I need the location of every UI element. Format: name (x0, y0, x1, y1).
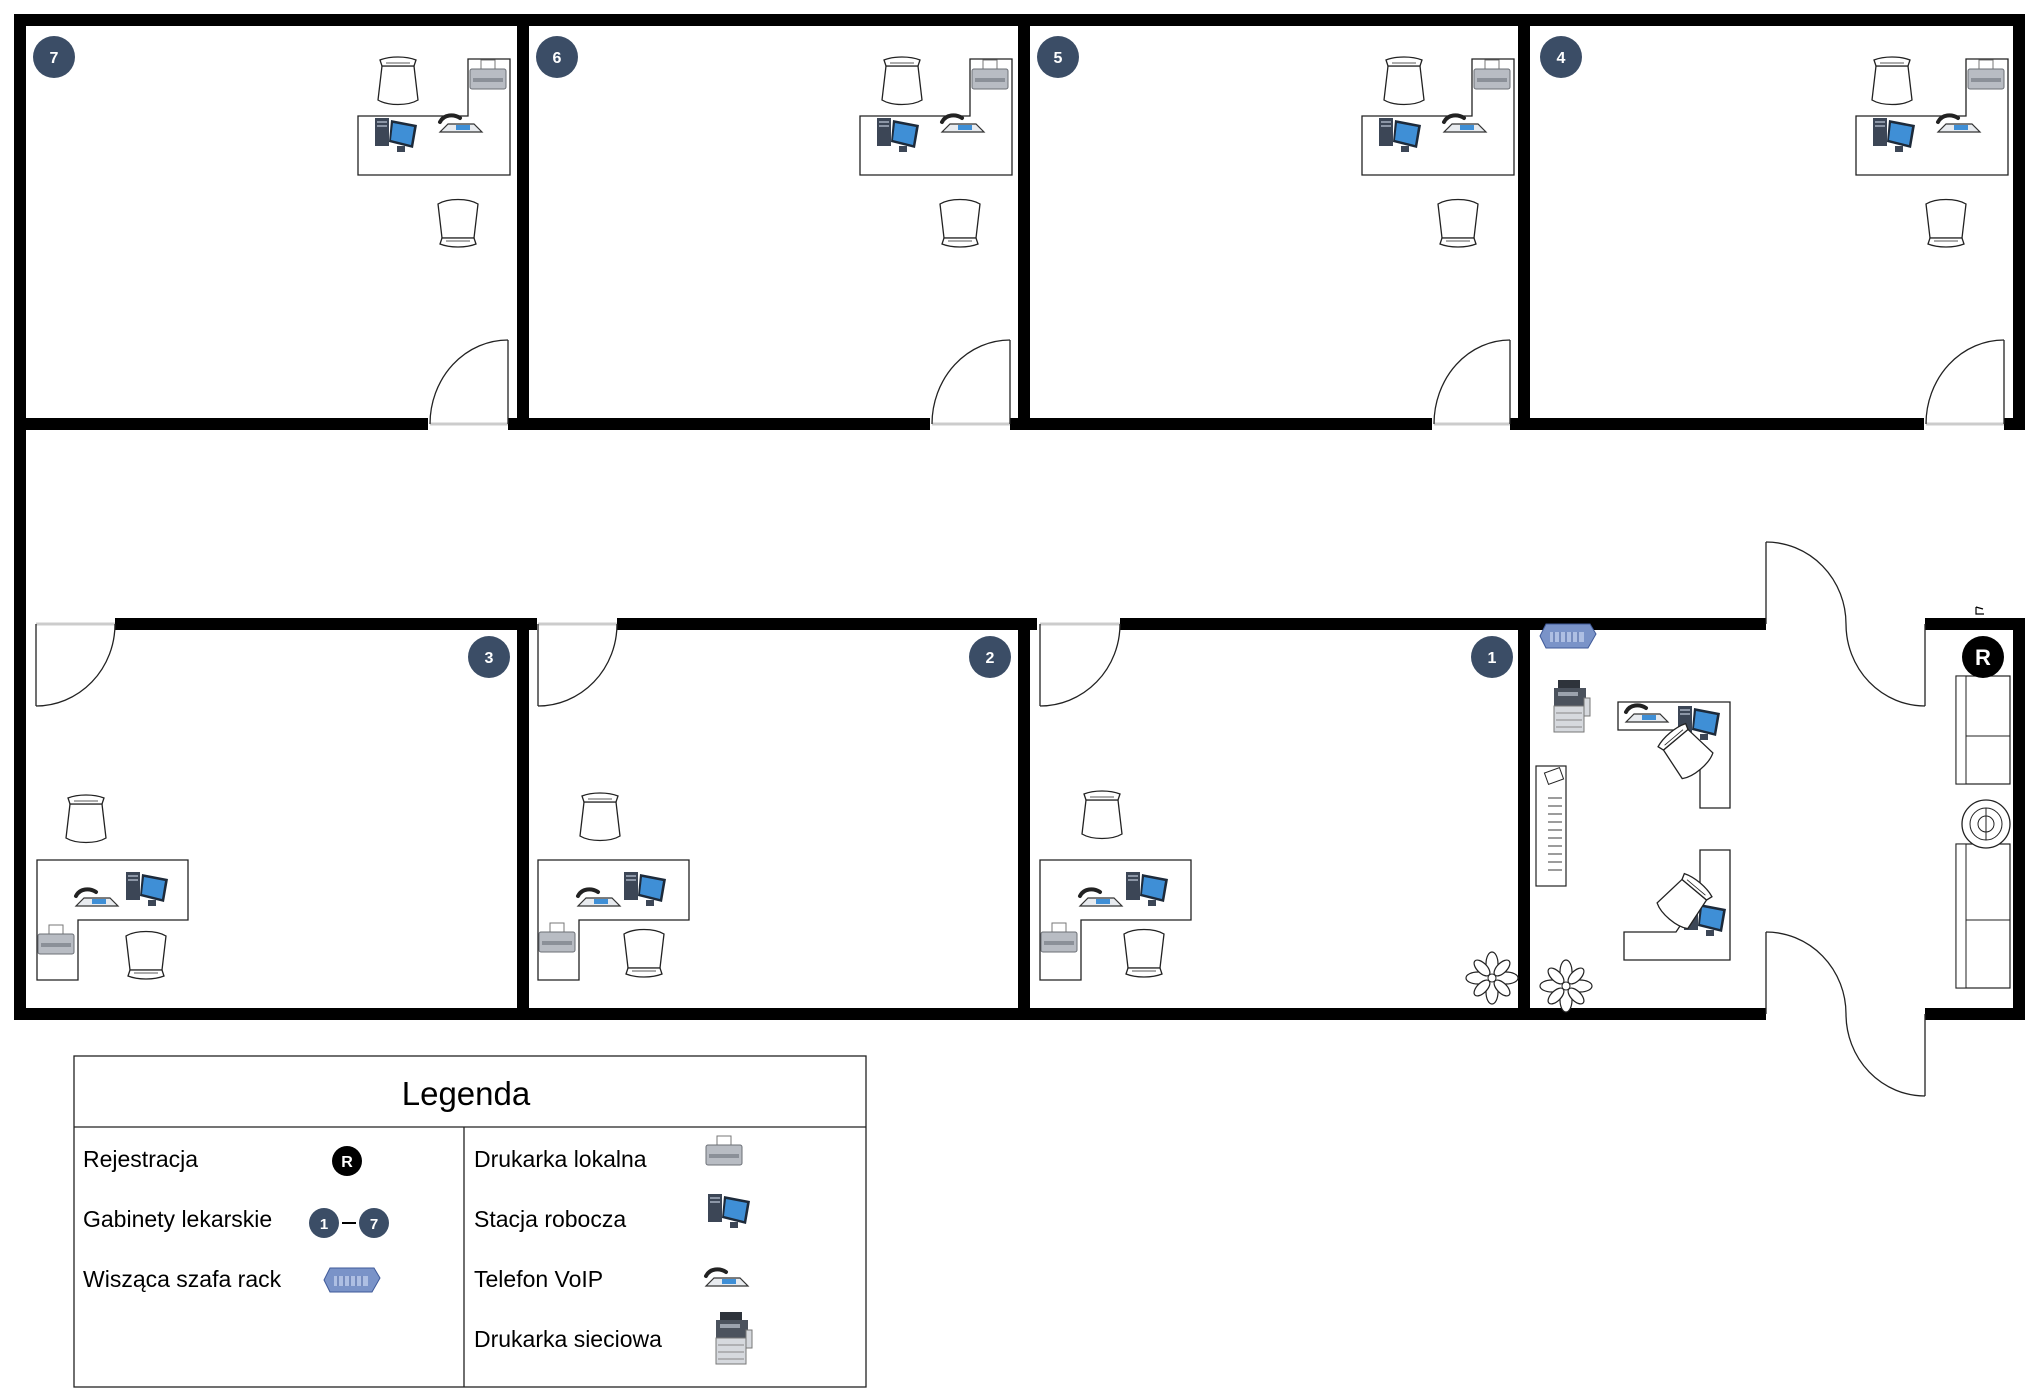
svg-text:7: 7 (370, 1216, 378, 1233)
rack-icon (323, 1267, 381, 1293)
corridor-top-wall (2004, 418, 2025, 430)
room-badge-7: 7 (33, 36, 75, 78)
desk (537, 859, 690, 981)
wall-6-5 (1018, 14, 1030, 430)
legend: Legenda Rejestracja Gabinety lekarskie W… (73, 1055, 867, 1388)
legend-label-workstation: Stacja robocza (474, 1206, 626, 1232)
chair-icon (1871, 56, 1913, 106)
desk (1039, 859, 1192, 981)
exit-arrow-icon (1975, 606, 1984, 615)
door-room-4[interactable] (1925, 339, 2005, 426)
svg-text:6: 6 (553, 50, 562, 67)
plant-icon (1539, 959, 1593, 1013)
chair-icon (623, 928, 665, 978)
svg-text:1: 1 (320, 1216, 328, 1233)
chair-icon (65, 794, 107, 844)
legend-label-reception: Rejestracja (83, 1146, 198, 1172)
legend-label-local-printer: Drukarka lokalna (474, 1146, 647, 1172)
chair-icon (579, 792, 621, 842)
wall-2-1 (1018, 618, 1030, 1020)
legend-label-voip-phone: Telefon VoIP (474, 1266, 603, 1292)
chair-icon (125, 930, 167, 980)
door-reception-corridor[interactable] (1765, 541, 1926, 707)
svg-text:1: 1 (1488, 650, 1497, 667)
svg-text:5: 5 (1054, 50, 1063, 67)
room-7-furniture (357, 56, 511, 248)
svg-text:4: 4 (1557, 50, 1566, 67)
chair-icon (437, 198, 479, 248)
legend-label-network-printer: Drukarka sieciowa (474, 1326, 662, 1352)
legend-label-rack: Wisząca szafa rack (83, 1266, 282, 1292)
chair-icon (939, 198, 981, 248)
chair-icon (1383, 56, 1425, 106)
door-room-5[interactable] (1433, 339, 1511, 426)
outer-wall-left (14, 14, 26, 1020)
corridor-top-wall (14, 418, 428, 430)
wall-1-reception (1518, 618, 1530, 1020)
corridor-top-wall (508, 418, 930, 430)
outer-wall-right-upper (2013, 14, 2025, 426)
reception-furniture (1535, 623, 2011, 1013)
svg-text:3: 3 (485, 650, 494, 667)
corridor-bottom-wall (1925, 618, 2025, 630)
reception-marker-icon: R (332, 1146, 362, 1176)
room-1-furniture (1039, 790, 1519, 1005)
door-reception-exterior[interactable] (1765, 931, 1926, 1097)
reception-marker-icon: R (1962, 636, 2004, 678)
door-room-6[interactable] (931, 339, 1011, 426)
svg-text:7: 7 (50, 50, 59, 67)
chair-icon (1123, 928, 1165, 978)
svg-text:2: 2 (986, 650, 995, 667)
room-5-furniture (1361, 56, 1515, 248)
corridor-top-wall (1010, 418, 1432, 430)
wall-7-6 (517, 14, 529, 430)
room-badge-2: 2 (969, 636, 1011, 678)
door-room-1[interactable] (1039, 622, 1121, 707)
rack-icon (1539, 623, 1597, 649)
floor-plan: 1 2 3 4 5 6 7 R Legenda Rejestracja Gabinety le… (14, 14, 2025, 1388)
room-6-furniture (859, 56, 1013, 248)
room-3-furniture (36, 794, 189, 981)
room-4-furniture (1855, 56, 2009, 248)
corridor-bottom-wall (115, 618, 537, 630)
outer-wall-right-lower (2013, 620, 2025, 1020)
room-2-furniture (537, 792, 690, 981)
svg-text:R: R (1975, 645, 1991, 670)
svg-text:R: R (341, 1154, 353, 1171)
door-room-7[interactable] (429, 339, 509, 426)
wall-3-2 (517, 618, 529, 1020)
door-room-2[interactable] (537, 622, 618, 707)
corridor-bottom-wall (617, 618, 1037, 630)
legend-label-rooms: Gabinety lekarskie (83, 1206, 272, 1232)
chair-icon (1081, 790, 1123, 840)
room-badge-5: 5 (1037, 36, 1079, 78)
desk (36, 859, 189, 981)
plant-icon (1465, 951, 1519, 1005)
door-room-3[interactable] (35, 622, 116, 707)
chair-icon (377, 56, 419, 106)
chair-icon (1437, 198, 1479, 248)
network-printer-icon (1553, 679, 1591, 733)
chair-icon (1925, 198, 1967, 248)
corridor-top-wall (1510, 418, 1924, 430)
room-badge-6: 6 (536, 36, 578, 78)
outer-wall-bottom (14, 1008, 1766, 1020)
room-badge-3: 3 (468, 636, 510, 678)
outer-wall-bottom-right (1925, 1008, 2025, 1020)
wall-5-4 (1518, 14, 1530, 430)
room-badge-4: 4 (1540, 36, 1582, 78)
legend-title: Legenda (402, 1075, 531, 1112)
chair-icon (881, 56, 923, 106)
room-badge-1: 1 (1471, 636, 1513, 678)
corridor-bottom-wall (1120, 618, 1766, 630)
